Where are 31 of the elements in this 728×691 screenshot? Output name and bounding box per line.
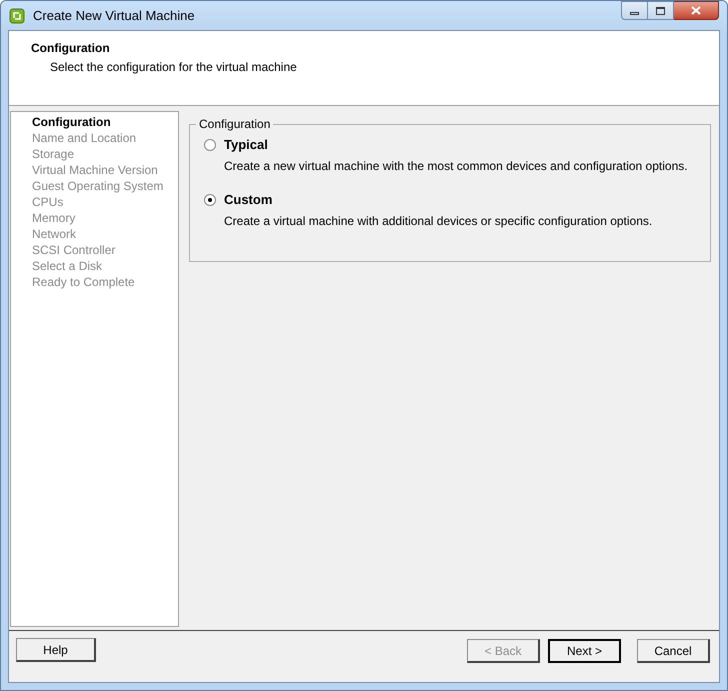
step-item: SCSI Controller [32, 242, 116, 258]
radio-option[interactable]: Typical [204, 135, 710, 155]
step-item: Name and Location [32, 130, 138, 146]
header-title: Configuration [31, 40, 111, 57]
default-button[interactable]: Next > [548, 639, 621, 663]
maximize-icon [656, 6, 665, 14]
minimize-button[interactable] [621, 1, 648, 20]
close-icon [691, 6, 701, 15]
step-item: Guest Operating System [32, 178, 164, 194]
app-logo-icon [9, 8, 25, 24]
dialog-button[interactable]: Help [16, 638, 96, 662]
radio-button[interactable] [204, 194, 216, 206]
dialog-button[interactable]: Cancel [637, 639, 710, 663]
option-description: Create a new virtual machine with the most common devices and configuration options. [223, 158, 689, 175]
step-item: Network [32, 226, 78, 242]
group-title: Configuration [196, 117, 274, 131]
step-item: Storage [32, 146, 76, 162]
radio-button[interactable] [204, 139, 216, 151]
minimize-icon [630, 12, 639, 14]
radio-option[interactable]: Custom [204, 190, 710, 210]
header-subtitle: Select the configuration for the virtual machine [49, 59, 298, 76]
step-item: Memory [32, 210, 76, 226]
step-item: CPUs [32, 194, 64, 210]
maximize-button[interactable] [648, 1, 674, 20]
window-title: Create New Virtual Machine [33, 6, 195, 25]
option-description: Create a virtual machine with additional devices or specific configuration options. [223, 213, 654, 230]
close-button[interactable] [674, 1, 719, 20]
step-item: Configuration [32, 114, 112, 130]
step-item: Ready to Complete [32, 274, 136, 290]
step-item: Select a Disk [32, 258, 104, 274]
step-item: Virtual Machine Version [32, 162, 159, 178]
